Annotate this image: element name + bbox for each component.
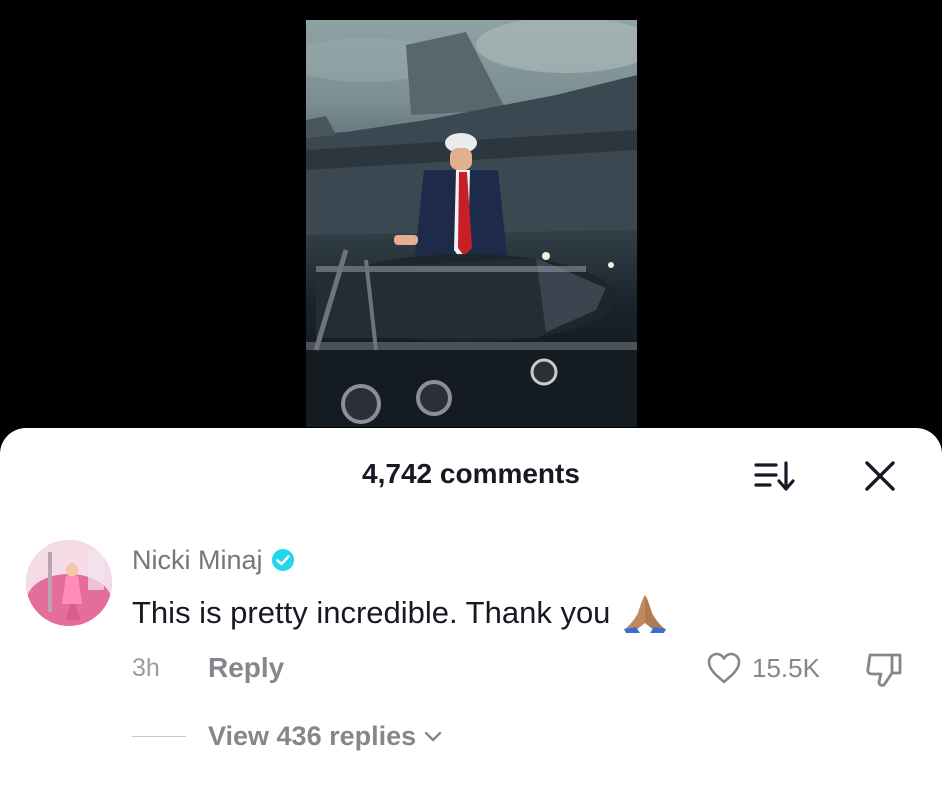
- like-count: 15.5K: [752, 652, 820, 683]
- comment-author[interactable]: Nicki Minaj: [132, 544, 295, 576]
- reply-button[interactable]: Reply: [208, 652, 284, 684]
- praying-hands-emoji: [624, 595, 667, 633]
- dislike-button[interactable]: [862, 649, 908, 689]
- chevron-down-icon: [424, 731, 442, 742]
- close-icon: [865, 461, 895, 491]
- sort-button[interactable]: [750, 456, 802, 496]
- username[interactable]: Nicki Minaj: [132, 545, 263, 576]
- video-frame[interactable]: [306, 20, 637, 427]
- thumbs-down-icon: [866, 653, 902, 687]
- comment-time: 3h: [132, 654, 160, 682]
- avatar-image: [26, 540, 112, 626]
- comment-text: This is pretty incredible. Thank you: [132, 595, 611, 630]
- heart-icon: [707, 652, 741, 684]
- avatar[interactable]: [26, 540, 112, 626]
- sort-icon: [754, 461, 795, 491]
- view-replies-button[interactable]: View 436 replies: [132, 718, 444, 754]
- video-area[interactable]: [0, 0, 942, 440]
- comments-sheet: 4,742 comments Nicki Minaj This is prett…: [0, 428, 942, 787]
- comments-header: 4,742 comments: [0, 428, 942, 518]
- replies-divider: [132, 735, 186, 737]
- view-replies-label[interactable]: View 436 replies: [208, 721, 416, 752]
- like-button[interactable]: 15.5K: [706, 650, 820, 686]
- close-button[interactable]: [858, 456, 902, 496]
- verified-badge-icon: [271, 549, 294, 571]
- comment-body: This is pretty incredible. Thank you: [132, 593, 668, 633]
- video-still: [306, 20, 637, 427]
